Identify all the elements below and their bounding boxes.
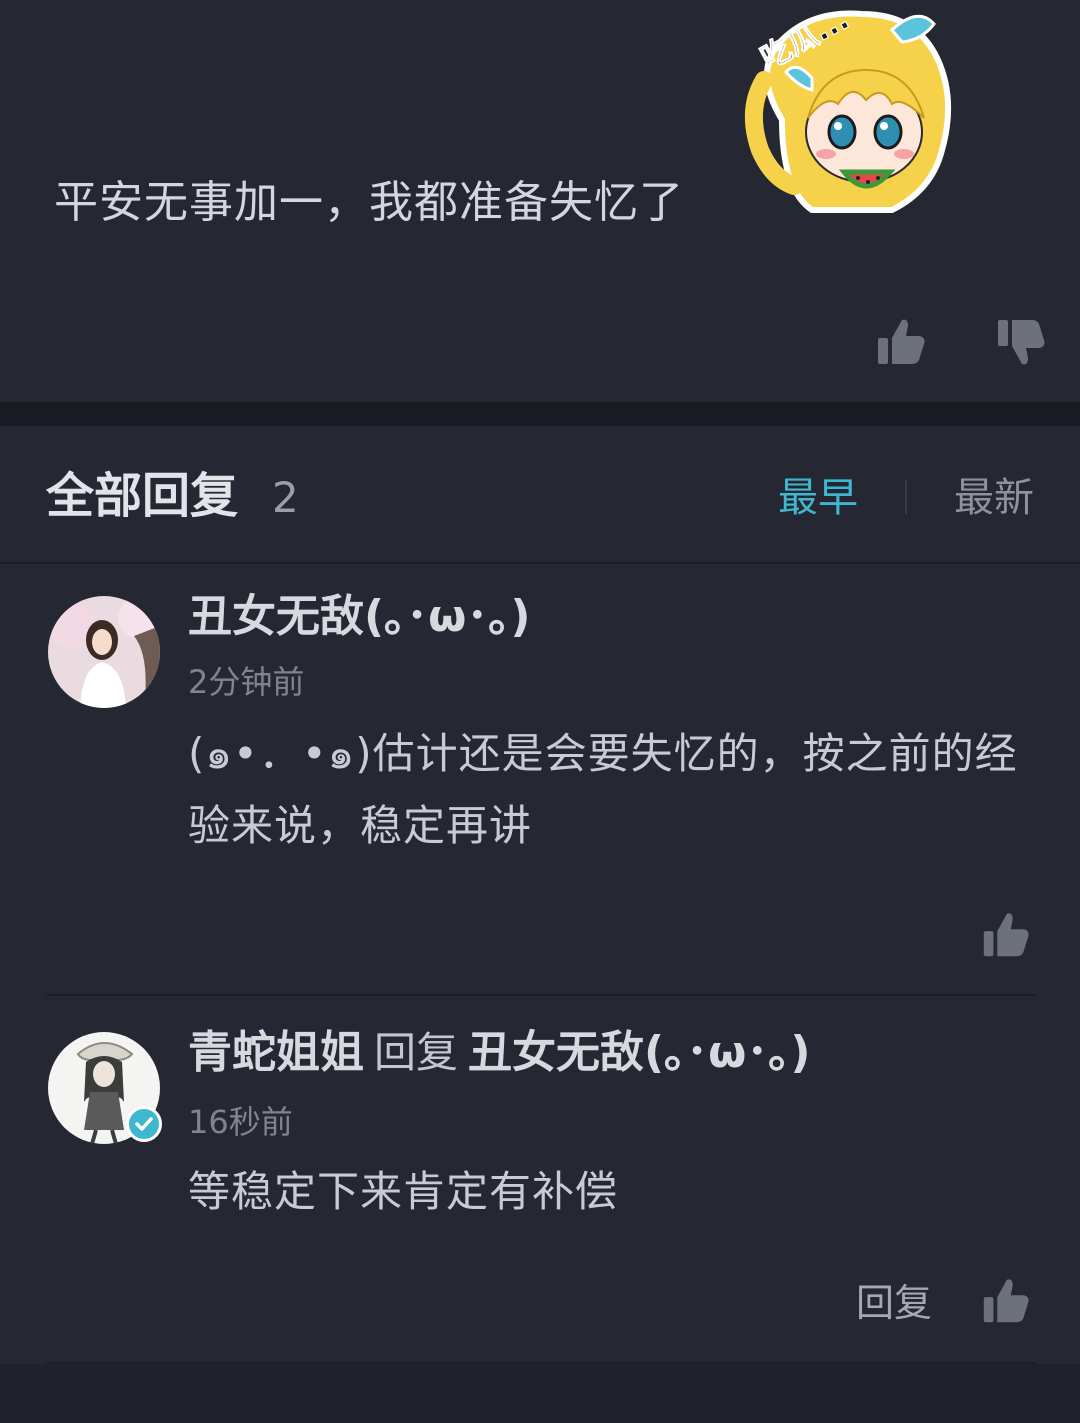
replies-title: 全部回复 [46, 468, 239, 524]
replies-header: 全部回复 2 最早 最新 [0, 426, 1080, 564]
reply-body: (๑•．•๑)估计还是会要失忆的，按之前的经验来说，稳定再讲 [188, 729, 1018, 850]
thumbs-down-icon[interactable] [992, 314, 1048, 370]
sort-earliest-tab[interactable]: 最早 [778, 470, 858, 526]
replies-count: 2 [272, 473, 299, 522]
thumbs-up-icon[interactable] [872, 314, 928, 370]
reply-item: 青蛇姐姐 回复 丑女无敌(｡･ω･｡) 16秒前 等稳定下来肯定有补偿 回复 [0, 998, 1080, 1364]
thumbs-up-icon[interactable] [978, 908, 1032, 962]
reply-button[interactable]: 回复 [856, 1278, 932, 1328]
replies-section: 全部回复 2 最早 最新 丑女无敌(｡･ω･｡) 2分钟前 (๑•．•๑)估计还… [0, 426, 1080, 1423]
original-post-card: 平安无事加一，我都准备失忆了 吃瓜... [0, 0, 1080, 402]
reply-username-line: 青蛇姐姐 回复 丑女无敌(｡･ω･｡) [188, 1024, 810, 1082]
thumbs-up-icon[interactable] [978, 1274, 1032, 1328]
bottom-bar [0, 1364, 1080, 1423]
reply-divider [46, 994, 1036, 996]
eating-melon-sticker: 吃瓜... [744, 1, 952, 213]
reply-body: 等稳定下来肯定有补偿 [188, 1167, 619, 1216]
comment-detail-page: 平安无事加一，我都准备失忆了 吃瓜... 全部回复 2 最早 最新 丑女无敌(｡… [0, 0, 1080, 1423]
verified-check-icon [126, 1106, 162, 1142]
reply-username[interactable]: 青蛇姐姐 [188, 1027, 364, 1078]
reply-word: 回复 [374, 1028, 459, 1077]
reply-username[interactable]: 丑女无敌(｡･ω･｡) [188, 588, 530, 646]
sort-divider [905, 480, 907, 514]
avatar[interactable] [48, 596, 160, 708]
reply-item: 丑女无敌(｡･ω･｡) 2分钟前 (๑•．•๑)估计还是会要失忆的，按之前的经验… [0, 564, 1080, 996]
reply-target-username[interactable]: 丑女无敌(｡･ω･｡) [468, 1027, 810, 1078]
section-gap [0, 402, 1080, 426]
reply-timestamp: 16秒前 [188, 1103, 293, 1141]
post-text: 平安无事加一，我都准备失忆了 [54, 177, 684, 228]
reply-timestamp: 2分钟前 [188, 663, 305, 701]
sort-latest-tab[interactable]: 最新 [954, 470, 1034, 526]
